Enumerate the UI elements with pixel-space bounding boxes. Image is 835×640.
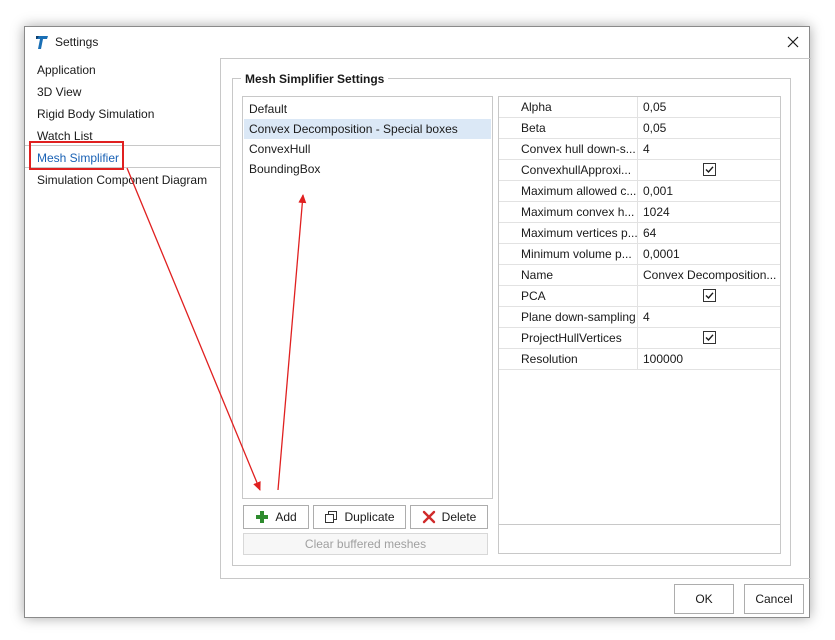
property-name: Name	[499, 265, 638, 285]
app-logo-icon	[34, 34, 50, 50]
property-value[interactable]: 1024	[639, 202, 780, 222]
property-name: Resolution	[499, 349, 638, 369]
property-row-plane-downsampling[interactable]: Plane down-sampling 4	[499, 307, 780, 328]
property-name: Maximum convex h...	[499, 202, 638, 222]
duplicate-button[interactable]: Duplicate	[313, 505, 406, 529]
annotation-highlight-box	[29, 141, 124, 170]
preset-item-convexhull[interactable]: ConvexHull	[244, 139, 491, 159]
property-row-beta[interactable]: Beta 0,05	[499, 118, 780, 139]
delete-button-label: Delete	[441, 510, 477, 524]
property-value[interactable]: 0,05	[639, 118, 780, 138]
property-row-alpha[interactable]: Alpha 0,05	[499, 97, 780, 118]
nav-item-rigid-body-simulation[interactable]: Rigid Body Simulation	[37, 107, 154, 121]
property-name: ConvexhullApproxi...	[499, 160, 638, 180]
preset-item-convex-decomposition[interactable]: Convex Decomposition - Special boxes	[244, 119, 491, 139]
property-row-minimum-volume[interactable]: Minimum volume p... 0,0001	[499, 244, 780, 265]
checkmark-icon[interactable]	[703, 163, 716, 176]
property-value[interactable]: 100000	[639, 349, 780, 369]
clear-button-label: Clear buffered meshes	[304, 537, 427, 551]
property-name: Convex hull down-s...	[499, 139, 638, 159]
property-name: Maximum vertices p...	[499, 223, 638, 243]
settings-dialog: Settings Application 3D View Rigid Body …	[24, 26, 811, 618]
property-row-maximum-convex-hulls[interactable]: Maximum convex h... 1024	[499, 202, 780, 223]
nav-item-3d-view[interactable]: 3D View	[37, 85, 81, 99]
nav-item-application[interactable]: Application	[37, 63, 96, 77]
delete-button[interactable]: Delete	[410, 505, 488, 529]
preset-item-default[interactable]: Default	[244, 99, 491, 119]
duplicate-button-label: Duplicate	[344, 510, 395, 524]
close-icon	[787, 36, 799, 48]
property-value[interactable]: 0,0001	[639, 244, 780, 264]
property-value[interactable]	[639, 160, 780, 180]
checkmark-icon[interactable]	[703, 289, 716, 302]
property-row-maximum-vertices[interactable]: Maximum vertices p... 64	[499, 223, 780, 244]
checkmark-icon[interactable]	[703, 331, 716, 344]
property-value[interactable]: 64	[639, 223, 780, 243]
property-name: Plane down-sampling	[499, 307, 638, 327]
ok-button[interactable]: OK	[674, 584, 734, 614]
property-row-name[interactable]: Name Convex Decomposition...	[499, 265, 780, 286]
property-name: ProjectHullVertices	[499, 328, 638, 348]
property-value[interactable]: 0,001	[639, 181, 780, 201]
nav-item-simulation-component-diagram[interactable]: Simulation Component Diagram	[37, 173, 207, 187]
close-button[interactable]	[779, 29, 807, 55]
title-bar[interactable]: Settings	[25, 27, 809, 57]
property-row-convexhull-approximation[interactable]: ConvexhullApproxi...	[499, 160, 780, 181]
clear-buffered-meshes-button[interactable]: Clear buffered meshes	[243, 533, 488, 555]
plus-icon	[256, 511, 269, 523]
property-name: Alpha	[499, 97, 638, 117]
property-value[interactable]: 0,05	[639, 97, 780, 117]
property-description-area	[499, 524, 780, 525]
property-row-pca[interactable]: PCA	[499, 286, 780, 307]
add-button[interactable]: Add	[243, 505, 309, 529]
property-row-convex-hull-downsampling[interactable]: Convex hull down-s... 4	[499, 139, 780, 160]
property-grid[interactable]: Alpha 0,05 Beta 0,05 Convex hull down-s.…	[498, 96, 781, 554]
property-value[interactable]: 4	[639, 139, 780, 159]
cancel-button[interactable]: Cancel	[744, 584, 804, 614]
add-button-label: Add	[275, 510, 297, 524]
property-value[interactable]: Convex Decomposition...	[639, 265, 780, 285]
property-row-maximum-allowed[interactable]: Maximum allowed c... 0,001	[499, 181, 780, 202]
property-name: Minimum volume p...	[499, 244, 638, 264]
property-value[interactable]	[639, 286, 780, 306]
group-title: Mesh Simplifier Settings	[241, 72, 389, 86]
window-title: Settings	[55, 35, 99, 49]
preset-list[interactable]: Default Convex Decomposition - Special b…	[242, 96, 493, 499]
property-name: Beta	[499, 118, 638, 138]
property-name: Maximum allowed c...	[499, 181, 638, 201]
property-row-resolution[interactable]: Resolution 100000	[499, 349, 780, 370]
preset-item-boundingbox[interactable]: BoundingBox	[244, 159, 491, 179]
delete-x-icon	[422, 510, 435, 524]
property-name: PCA	[499, 286, 638, 306]
property-row-project-hull-vertices[interactable]: ProjectHullVertices	[499, 328, 780, 349]
duplicate-icon	[325, 511, 338, 523]
property-value[interactable]	[639, 328, 780, 348]
property-value[interactable]: 4	[639, 307, 780, 327]
